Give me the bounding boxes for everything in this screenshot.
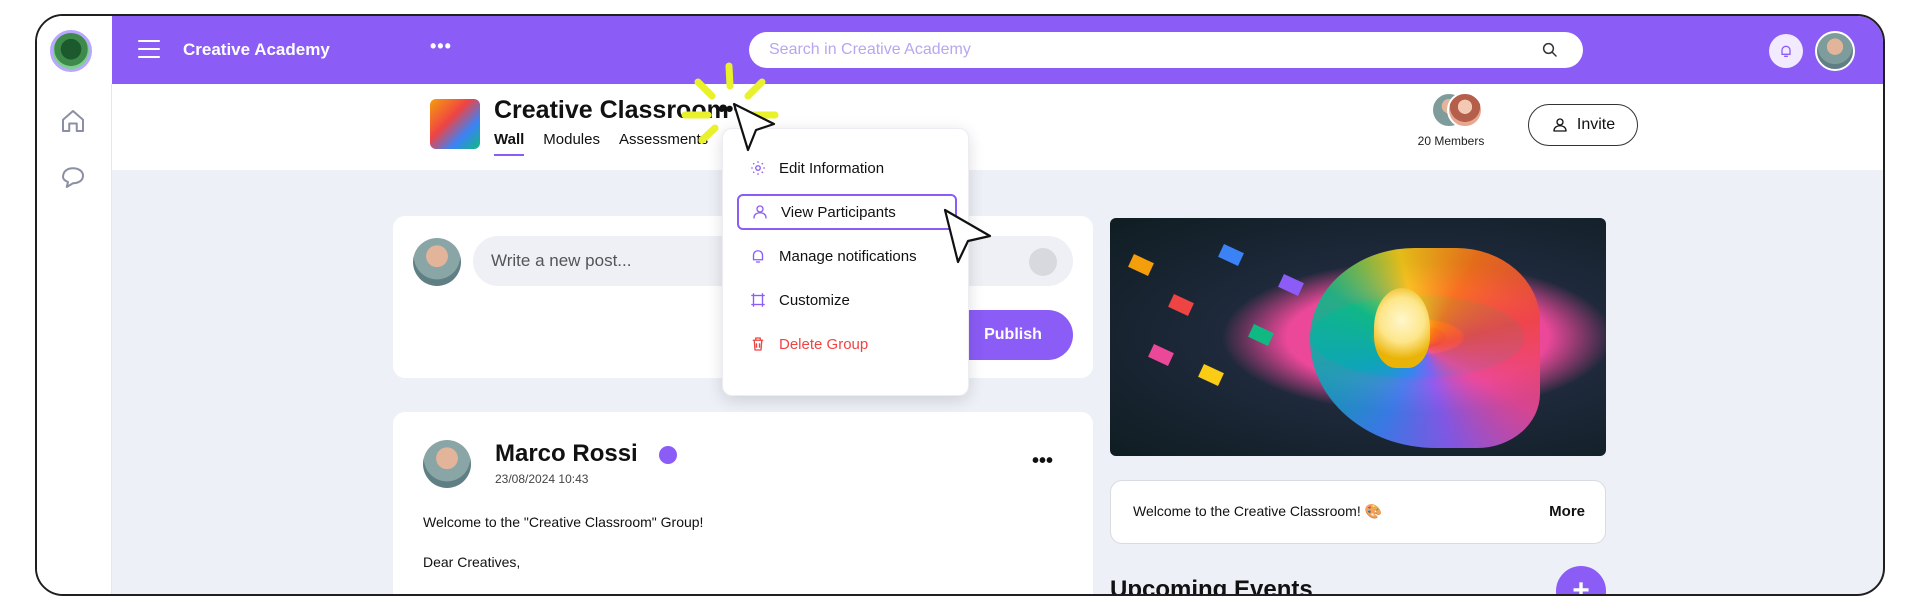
brand-name: Creative Academy (183, 40, 330, 59)
post-text-line: Dear Creatives, (423, 554, 521, 570)
publish-label: Publish (984, 326, 1042, 343)
group-title: Creative Classroom (494, 96, 729, 124)
search-input[interactable] (769, 32, 1529, 68)
bell-icon (752, 250, 764, 263)
post-author[interactable]: Marco Rossi (495, 440, 638, 468)
notifications-button[interactable] (1769, 34, 1803, 68)
emoji-icon[interactable] (1029, 248, 1057, 276)
user-avatar[interactable] (1815, 31, 1855, 71)
home-icon[interactable] (58, 106, 88, 136)
post-card: Marco Rossi 23/08/2024 10:43 ••• Welcome… (393, 412, 1093, 594)
author-avatar[interactable] (423, 440, 471, 488)
add-event-button[interactable]: + (1556, 566, 1606, 594)
user-icon (1553, 118, 1567, 132)
menu-item-label: View Participants (781, 203, 896, 221)
rail-top (37, 16, 112, 84)
menu-item-edit-information[interactable]: Edit Information (737, 150, 957, 186)
group-options-menu: Edit Information View Participants Manag… (722, 128, 969, 396)
left-rail (37, 16, 112, 594)
group-tabs: Wall Modules Assessments Bo (494, 131, 746, 156)
menu-item-label: Customize (779, 291, 850, 309)
top-more-button[interactable]: ••• (430, 36, 452, 57)
members-count: 20 Members (1417, 134, 1485, 148)
group-more-button[interactable]: ••• (718, 96, 741, 122)
post-text-line: Welcome to the "Creative Classroom" Grou… (423, 514, 704, 530)
academy-logo[interactable] (50, 30, 92, 72)
search-icon[interactable] (1541, 41, 1559, 59)
trash-icon (752, 337, 764, 351)
events-heading: Upcoming Events (1110, 576, 1313, 596)
invite-label: Invite (1576, 116, 1616, 133)
invite-button[interactable]: Invite (1528, 104, 1638, 146)
verified-badge-icon (659, 446, 677, 464)
menu-item-customize[interactable]: Customize (737, 282, 957, 318)
tab-modules[interactable]: Modules (543, 131, 600, 156)
user-icon (753, 205, 767, 219)
group-header: Creative Classroom ••• Wall Modules Asse… (112, 84, 1883, 170)
menu-item-view-participants[interactable]: View Participants (737, 194, 957, 230)
menu-item-delete-group[interactable]: Delete Group (737, 326, 957, 362)
menu-item-manage-notifications[interactable]: Manage notifications (737, 238, 957, 274)
members-widget[interactable]: 20 Members (1411, 90, 1491, 148)
menu-item-label: Delete Group (779, 335, 869, 353)
bell-icon (1781, 45, 1791, 57)
search-bar (749, 32, 1583, 68)
tab-wall[interactable]: Wall (494, 131, 525, 156)
tab-assessments[interactable]: Assessments (619, 131, 708, 156)
welcome-card: Welcome to the Creative Classroom! 🎨 Mor… (1110, 480, 1606, 544)
composer-avatar (413, 238, 461, 286)
post-more-button[interactable]: ••• (1032, 450, 1053, 473)
chat-icon[interactable] (58, 162, 88, 192)
app-window: Creative Academy ••• Creative Classroom … (35, 14, 1885, 596)
menu-item-label: Edit Information (779, 159, 885, 177)
member-avatar (1447, 92, 1483, 128)
more-link[interactable]: More (1549, 503, 1585, 520)
crop-icon (751, 293, 765, 307)
gear-icon (751, 161, 765, 175)
menu-item-label: Manage notifications (779, 247, 917, 265)
group-cover-image (1110, 218, 1606, 456)
post-date: 23/08/2024 10:43 (495, 472, 589, 486)
welcome-text: Welcome to the Creative Classroom! 🎨 (1133, 503, 1383, 519)
group-thumbnail (430, 99, 480, 149)
menu-icon[interactable] (138, 40, 160, 58)
top-bar: Creative Academy ••• (112, 16, 1883, 84)
